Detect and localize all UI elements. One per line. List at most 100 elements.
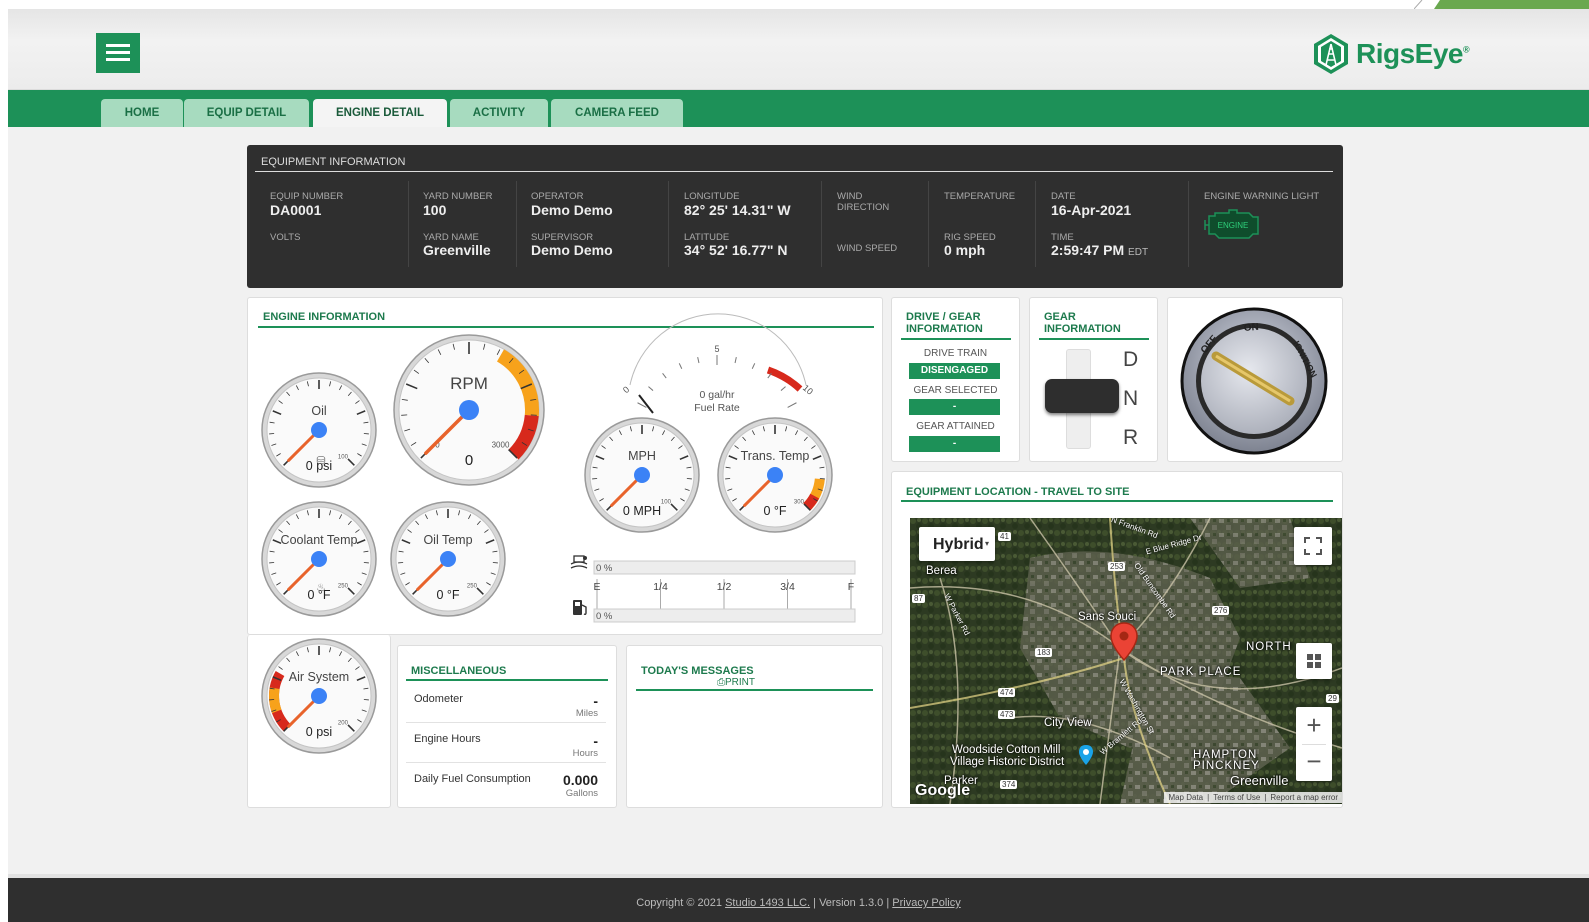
gear-information-title: GEAR INFORMATION [1044, 311, 1121, 335]
map-view[interactable]: N Franklin Rd E Blue Ridge Dr 253 Old Bu… [910, 518, 1342, 804]
time-value: 2:59:47 PM EDT [1051, 242, 1149, 258]
hamburger-menu-button[interactable] [96, 33, 140, 73]
chevron-down-icon: ▾ [985, 539, 990, 548]
gear-position-d: D [1123, 348, 1139, 371]
misc-row-odometer: Odometer - Miles [406, 684, 606, 723]
fullscreen-button[interactable] [1294, 527, 1332, 565]
rig-logo-icon [1314, 34, 1348, 74]
fuel-pump-icon [573, 600, 587, 616]
date-label: DATE [1051, 191, 1076, 202]
tab-engine-detail[interactable]: ENGINE DETAIL [313, 99, 447, 127]
equip-col-coordinates: LONGITUDE 82° 25' 14.31" W LATITUDE 34° … [669, 181, 822, 267]
road-label: 474 [998, 688, 1016, 697]
map-type-value: Hybrid [933, 536, 984, 553]
engine-gauges: 5 0 10 0 gal/hr Fuel Rate 0 % E 1/4 1/2 3/4… [570, 313, 856, 623]
logo-text: RigsEye® [1356, 38, 1470, 69]
road-label: 276 [1212, 606, 1230, 615]
fuel-rate-reading: 0 gal/hr [699, 389, 735, 401]
logo: RigsEye® [1310, 33, 1470, 75]
todays-messages-title: TODAY'S MESSAGES [641, 665, 754, 677]
fuel-rate-tick [751, 363, 756, 369]
road-label: 374 [1000, 780, 1018, 789]
tab-activity[interactable]: ACTIVITY [450, 99, 548, 127]
daily-fuel-value: 0.000 [562, 772, 598, 788]
google-logo: Google [915, 782, 971, 799]
place-label: PARK PLACE [1160, 666, 1242, 678]
fuel-rate-min-label: 0 [621, 384, 631, 395]
footer: Copyright © 2021 Studio 1493 LLC. | Vers… [8, 874, 1589, 922]
temperature-label: TEMPERATURE [944, 191, 1016, 202]
zoom-out-button[interactable]: − [1296, 744, 1332, 781]
fuel-rate-gauge: 5 0 10 0 gal/hr Fuel Rate [621, 313, 815, 414]
longitude-value: 82° 25' 14.31" W [684, 202, 791, 218]
zoom-in-button[interactable]: + [1296, 707, 1332, 744]
latitude-value: 34° 52' 16.77" N [684, 242, 788, 258]
fuel-scale-label: 1/2 [717, 581, 732, 593]
print-link[interactable]: ⎙PRINT [717, 677, 755, 688]
equip-col-operator: OPERATOR Demo Demo SUPERVISOR Demo Demo [517, 181, 669, 267]
date-value: 16-Apr-2021 [1051, 202, 1132, 218]
wind-speed-label: WIND SPEED [837, 243, 898, 254]
place-label: Woodside Cotton Mill [952, 744, 1061, 756]
equip-number-label: EQUIP NUMBER [270, 191, 344, 202]
corner-decoration [1414, 0, 1589, 9]
gear-attained-label: GEAR ATTAINED [916, 421, 995, 432]
header: RigsEye® [8, 9, 1589, 90]
miscellaneous-title: MISCELLANEOUS [411, 665, 507, 677]
engine-warning-text: ENGINE [1218, 221, 1249, 230]
daily-fuel-label: Daily Fuel Consumption [414, 773, 531, 785]
fuel-rate-needle [638, 394, 654, 414]
map-data-link[interactable]: Map Data [1168, 793, 1203, 802]
ignition-panel: OFF ON IGNITION [1167, 297, 1343, 462]
longitude-label: LONGITUDE [684, 191, 740, 202]
street-view-button[interactable] [1296, 643, 1332, 679]
map-type-selector[interactable]: Hybrid ▾ [919, 527, 995, 561]
fuel-rate-max-label: 10 [801, 383, 815, 397]
equipment-information-title: EQUIPMENT INFORMATION [261, 156, 406, 168]
company-link[interactable]: Studio 1493 LLC. [725, 897, 810, 909]
gear-selected-badge: - [909, 399, 1000, 415]
gear-shift-handle[interactable] [1045, 379, 1119, 413]
operator-value: Demo Demo [531, 202, 613, 218]
gear-information-panel: GEAR INFORMATION D N R [1029, 297, 1158, 462]
tab-equip-detail[interactable]: EQUIP DETAIL [184, 99, 309, 127]
wind-direction-label: WIND DIRECTION [837, 191, 890, 213]
fuel-level-bar [593, 608, 856, 623]
fuel-level-reading: 0 % [596, 611, 613, 622]
drive-gear-title: DRIVE / GEAR INFORMATION [906, 311, 983, 335]
def-level-reading: 0 % [596, 563, 613, 574]
equip-col-warning: ENGINE WARNING LIGHT ENGINE [1189, 181, 1335, 267]
engine-warning-icon: ENGINE [1204, 209, 1259, 239]
equip-number-value: DA0001 [270, 202, 322, 218]
fuel-rate-tick [648, 386, 654, 391]
footer-text: Copyright © 2021 Studio 1493 LLC. | Vers… [636, 897, 961, 909]
gear-selected-label: GEAR SELECTED [913, 385, 998, 396]
landmark-marker-icon[interactable] [1078, 744, 1094, 766]
tab-home[interactable]: HOME [101, 99, 183, 127]
fuel-rate-tick [787, 402, 797, 408]
terms-of-use-link[interactable]: Terms of Use [1213, 793, 1260, 802]
equip-col-wind: WIND DIRECTION WIND SPEED [822, 181, 929, 267]
gear-position-n: N [1123, 387, 1139, 410]
odometer-label: Odometer [414, 693, 463, 705]
map-pin-icon[interactable] [1110, 622, 1138, 662]
place-label: Greenville [1230, 773, 1289, 788]
fuel-scale-label: E [593, 581, 600, 593]
fuel-rate-tick [780, 386, 786, 391]
fuel-scale: E 1/4 1/2 3/4 F [593, 579, 854, 609]
daily-fuel-unit: Gallons [565, 788, 598, 799]
fuel-rate-tick [734, 356, 737, 364]
report-map-error-link[interactable]: Report a map error [1270, 793, 1338, 802]
tab-camera-feed[interactable]: CAMERA FEED [551, 99, 683, 127]
todays-messages-panel: TODAY'S MESSAGES ⎙PRINT [626, 645, 883, 808]
gear-attained-badge: - [909, 436, 1000, 452]
equip-col-temperature: TEMPERATURE RIG SPEED 0 mph [929, 181, 1036, 267]
app-frame: RigsEye® HOME EQUIP DETAIL ENGINE DETAIL… [8, 9, 1589, 922]
miscellaneous-panel: MISCELLANEOUS Odometer - Miles Engine Ho… [397, 645, 617, 808]
fullscreen-icon [1304, 537, 1322, 555]
privacy-policy-link[interactable]: Privacy Policy [892, 897, 960, 909]
road-label: 41 [998, 532, 1011, 541]
equip-col-datetime: DATE 16-Apr-2021 TIME 2:59:47 PM EDT [1036, 181, 1189, 267]
engine-hours-unit: Hours [572, 748, 598, 759]
drive-train-label: DRIVE TRAIN [923, 348, 988, 359]
